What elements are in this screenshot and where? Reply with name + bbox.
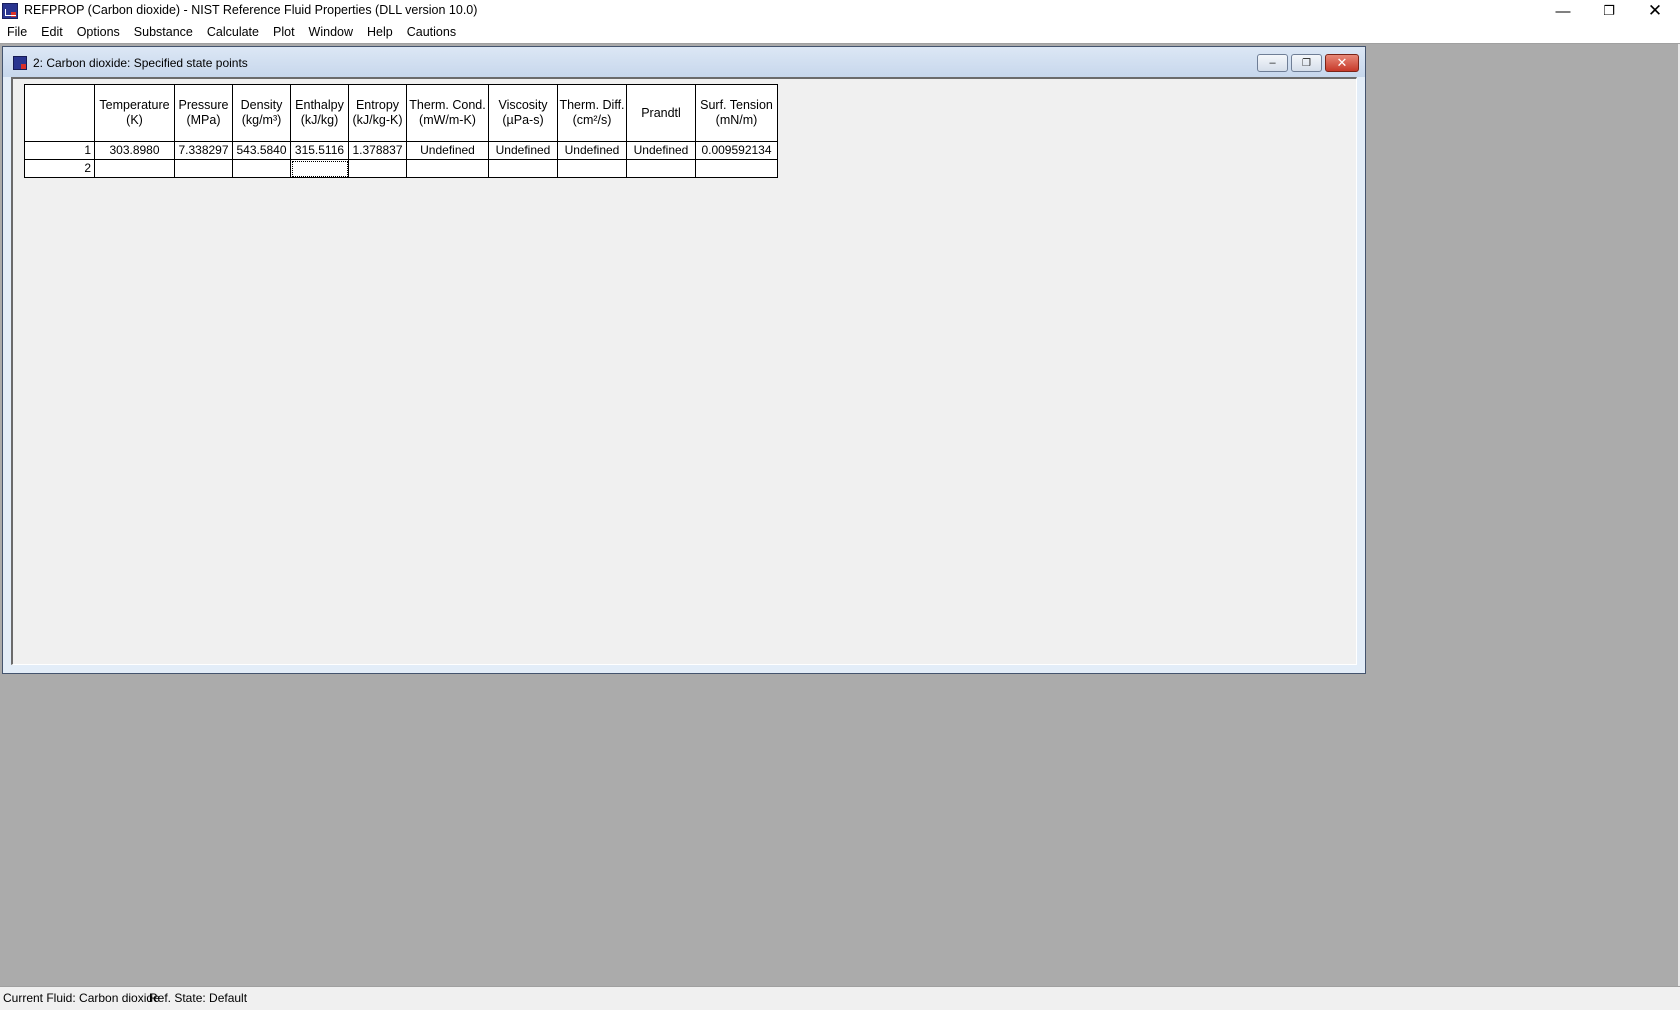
child-restore-button[interactable]: ❐	[1291, 54, 1322, 72]
row-number[interactable]: 2	[24, 159, 95, 178]
table-cell[interactable]	[488, 159, 558, 178]
app-close-button[interactable]: ✕	[1632, 0, 1678, 22]
column-header-density[interactable]: Density (kg/m³)	[232, 84, 291, 142]
column-header-surf-tension[interactable]: Surf. Tension (mN/m)	[695, 84, 778, 142]
menu-plot[interactable]: Plot	[266, 22, 302, 42]
table-cell[interactable]	[626, 159, 696, 178]
status-ref-state: Ref. State: Default	[149, 991, 248, 1005]
table-row: 2	[24, 159, 778, 178]
state-points-window: 2: Carbon dioxide: Specified state point…	[2, 46, 1366, 674]
menu-cautions[interactable]: Cautions	[400, 22, 463, 42]
app-title-bar: REFPROP (Carbon dioxide) - NIST Referenc…	[0, 0, 1680, 22]
child-window-title: 2: Carbon dioxide: Specified state point…	[33, 56, 248, 70]
menu-window[interactable]: Window	[302, 22, 360, 42]
status-current-fluid: Current Fluid: Carbon dioxide	[3, 991, 160, 1005]
grid-area: Temperature (K) Pressure (MPa) Density (kg/…	[11, 77, 1357, 665]
child-minimize-button[interactable]: ‒	[1257, 54, 1288, 72]
refprop-app-icon[interactable]	[2, 3, 18, 19]
column-header-prandtl[interactable]: Prandtl	[626, 84, 696, 142]
table-cell[interactable]: 543.5840	[232, 141, 291, 160]
table-cell[interactable]: Undefined	[626, 141, 696, 160]
table-cell[interactable]: 303.8980	[94, 141, 175, 160]
app-title: REFPROP (Carbon dioxide) - NIST Referenc…	[24, 3, 478, 17]
status-bar: Current Fluid: Carbon dioxide Ref. State…	[0, 986, 1680, 1010]
column-header-entropy[interactable]: Entropy (kJ/kg-K)	[348, 84, 407, 142]
table-cell[interactable]: 0.009592134	[695, 141, 778, 160]
state-points-table: Temperature (K) Pressure (MPa) Density (kg/…	[24, 84, 778, 178]
table-cell[interactable]	[174, 159, 233, 178]
table-cell[interactable]	[94, 159, 175, 178]
focused-table-cell[interactable]	[290, 159, 349, 178]
corner-cell[interactable]	[24, 84, 95, 142]
menu-file[interactable]: File	[0, 22, 34, 42]
column-header-therm-diff[interactable]: Therm. Diff. (cm²/s)	[557, 84, 627, 142]
column-header-pressure[interactable]: Pressure (MPa)	[174, 84, 233, 142]
table-cell[interactable]	[348, 159, 407, 178]
table-cell[interactable]: 1.378837	[348, 141, 407, 160]
table-cell[interactable]: 315.5116	[290, 141, 349, 160]
table-cell[interactable]: Undefined	[488, 141, 558, 160]
menu-options[interactable]: Options	[70, 22, 127, 42]
app-minimize-button[interactable]: —	[1540, 0, 1586, 22]
menu-bar: File Edit Options Substance Calculate Pl…	[0, 22, 1680, 42]
child-window-icon[interactable]	[13, 56, 27, 70]
table-cell[interactable]: Undefined	[406, 141, 489, 160]
column-header-enthalpy[interactable]: Enthalpy (kJ/kg)	[290, 84, 349, 142]
table-cell[interactable]: 7.338297	[174, 141, 233, 160]
table-cell[interactable]	[557, 159, 627, 178]
column-header-temperature[interactable]: Temperature (K)	[94, 84, 175, 142]
column-header-viscosity[interactable]: Viscosity (µPa-s)	[488, 84, 558, 142]
table-cell[interactable]	[695, 159, 778, 178]
table-cell[interactable]: Undefined	[557, 141, 627, 160]
child-title-bar[interactable]: 2: Carbon dioxide: Specified state point…	[3, 47, 1365, 77]
mdi-workspace: 2: Carbon dioxide: Specified state point…	[0, 44, 1680, 986]
table-cell[interactable]	[406, 159, 489, 178]
menu-substance[interactable]: Substance	[127, 22, 200, 42]
column-header-therm-cond[interactable]: Therm. Cond. (mW/m-K)	[406, 84, 489, 142]
menu-calculate[interactable]: Calculate	[200, 22, 266, 42]
row-number[interactable]: 1	[24, 141, 95, 160]
header-row: Temperature (K) Pressure (MPa) Density (kg/…	[24, 84, 778, 142]
table-cell[interactable]	[232, 159, 291, 178]
table-row: 1 303.8980 7.338297 543.5840 315.5116 1.…	[24, 141, 778, 160]
menu-edit[interactable]: Edit	[34, 22, 70, 42]
menu-help[interactable]: Help	[360, 22, 400, 42]
app-restore-button[interactable]: ❐	[1586, 0, 1632, 22]
child-close-button[interactable]: ✕	[1325, 54, 1359, 72]
